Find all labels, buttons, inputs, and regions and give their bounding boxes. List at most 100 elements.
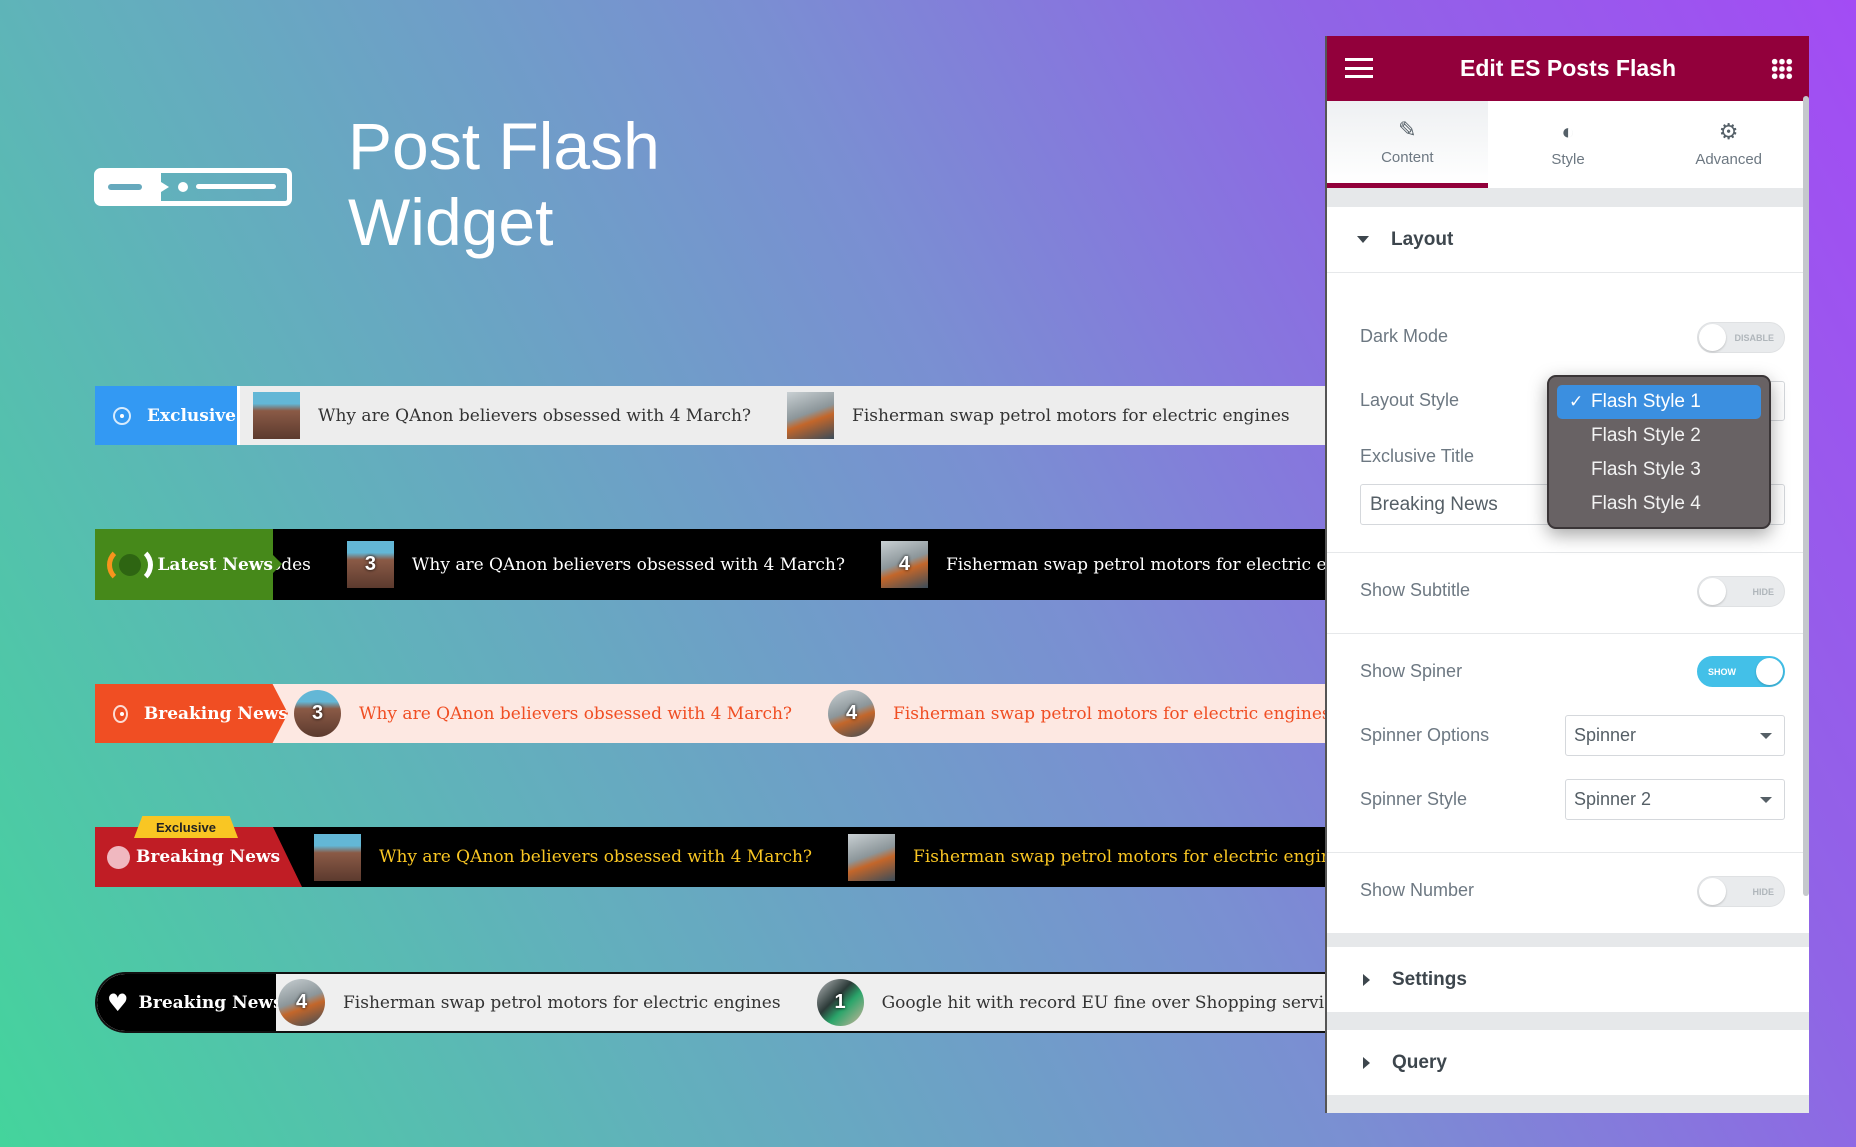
- post-thumbnail: 3: [346, 541, 394, 588]
- news-title[interactable]: Google hit with record EU fine over Shop…: [882, 993, 1325, 1013]
- news-item[interactable]: 4 Fisherman swap petrol motors for electr…: [828, 690, 1325, 737]
- show-subtitle-label: Show Subtitle: [1360, 580, 1471, 600]
- post-number: 4: [898, 553, 911, 575]
- spinner-style-label: Spinner Style: [1360, 789, 1468, 809]
- select-value: Spinner: [1574, 725, 1637, 745]
- section-title: Layout: [1391, 228, 1454, 250]
- news-item[interactable]: 4 Fisherman swap petrol motors for electr…: [278, 979, 817, 1026]
- toggle-state: SHOW: [1708, 666, 1736, 677]
- news-title[interactable]: Why are QAnon believers obsessed with 4 …: [359, 704, 792, 724]
- ticker-widget-icon: [94, 168, 292, 206]
- hero-title-line-2: Widget: [348, 185, 554, 259]
- post-thumbnail: 4: [828, 690, 876, 737]
- section-title: Query: [1392, 1051, 1447, 1073]
- show-subtitle-toggle[interactable]: HIDE: [1697, 576, 1785, 607]
- news-title[interactable]: Fisherman swap petrol motors for electri…: [913, 847, 1325, 867]
- panel-scrollbar[interactable]: [1803, 96, 1809, 896]
- show-spiner-toggle[interactable]: SHOW: [1697, 656, 1785, 687]
- dropdown-option[interactable]: Flash Style 4: [1557, 487, 1761, 521]
- tab-label: Style: [1551, 151, 1585, 168]
- dropdown-option[interactable]: Flash Style 3: [1557, 453, 1761, 487]
- post-number: 3: [364, 553, 376, 575]
- dropdown-option[interactable]: Flash Style 2: [1557, 419, 1761, 453]
- news-title[interactable]: Why are QAnon believers obsessed with 4 …: [412, 555, 845, 575]
- chevron-down-icon: [1760, 797, 1772, 803]
- caret-right-icon: [1363, 1056, 1370, 1069]
- option-label: Flash Style 1: [1591, 391, 1701, 412]
- tab-label: Content: [1381, 148, 1434, 166]
- half-circle-icon: ◐: [1561, 119, 1575, 144]
- news-title[interactable]: Fisherman swap petrol motors for electri…: [852, 406, 1290, 426]
- news-item[interactable]: 3 Why are QAnon believers obsessed with 4…: [346, 541, 881, 588]
- flash-bar-style-1: Exclusive Why are QAnon believers obsess…: [95, 386, 1325, 445]
- hero-title: Post Flash Widget: [348, 108, 660, 260]
- spinner-options-label: Spinner Options: [1360, 725, 1490, 745]
- bar-label: Breaking News: [95, 684, 288, 743]
- news-title[interactable]: Fisherman swap petrol motors for electri…: [343, 993, 781, 1013]
- option-label: Flash Style 3: [1591, 459, 1701, 480]
- bar-label: Exclusive: [95, 386, 240, 445]
- news-item[interactable]: Fisherman swap petrol motors for electri…: [787, 392, 1325, 439]
- show-number-toggle[interactable]: HIDE: [1697, 876, 1785, 907]
- dot-icon: [113, 406, 131, 425]
- post-thumbnail: 1: [816, 979, 864, 1026]
- spinner-style-select[interactable]: Spinner 2: [1565, 779, 1785, 820]
- tab-style[interactable]: ◐ Style: [1488, 101, 1649, 188]
- bar-label-text: Latest News: [157, 554, 273, 575]
- news-title[interactable]: Why are QAnon believers obsessed with 4 …: [318, 406, 751, 426]
- news-title[interactable]: Fisherman swap petrol motors for electri…: [893, 704, 1325, 724]
- toggle-state: DISABLE: [1734, 332, 1774, 343]
- news-item[interactable]: Why are QAnon believers obsessed with 4 …: [314, 833, 848, 881]
- dot-icon: [113, 704, 128, 723]
- flash-bar-style-4: Breaking News Why are QAnon believers ob…: [95, 827, 1325, 887]
- bar-label-text: Breaking News: [143, 703, 288, 724]
- caret-down-icon: [1357, 236, 1369, 243]
- post-number: 4: [845, 702, 858, 724]
- select-value: Spinner 2: [1574, 789, 1652, 809]
- toggle-state: HIDE: [1752, 586, 1774, 597]
- pencil-icon: ✎: [1398, 116, 1417, 142]
- news-item[interactable]: 1 Google hit with record EU fine over Sho…: [816, 979, 1325, 1026]
- bar-label: Latest News: [95, 529, 282, 600]
- post-thumbnail: [787, 392, 835, 439]
- tab-content[interactable]: ✎ Content: [1327, 101, 1488, 188]
- bar-label-text: Breaking News: [138, 992, 283, 1013]
- post-number: 1: [834, 991, 846, 1013]
- spinner-options-select[interactable]: Spinner: [1565, 715, 1785, 756]
- panel-title: Edit ES Posts Flash: [1460, 55, 1676, 81]
- checkmark-icon: ✓: [1569, 392, 1584, 411]
- flash-bar-style-5: ♥ Breaking News 4 Fisherman swap petrol mo…: [95, 972, 1325, 1033]
- hamburger-menu-icon[interactable]: [1345, 58, 1373, 78]
- panel-tabs: ✎ Content ◐ Style ⚙ Advanced: [1327, 101, 1809, 189]
- chevron-down-icon: [1760, 733, 1772, 739]
- show-spiner-label: Show Spiner: [1360, 661, 1463, 681]
- news-item[interactable]: 3 Why are QAnon believers obsessed with 4…: [294, 690, 828, 737]
- bar-label-text: Exclusive: [147, 405, 236, 426]
- post-number: 4: [295, 991, 308, 1013]
- section-layout[interactable]: Layout: [1327, 207, 1809, 272]
- post-number: 3: [311, 702, 324, 724]
- elementor-edit-panel: Edit ES Posts Flash ✎ Content ◐ Style ⚙ Adv…: [1325, 36, 1809, 1113]
- panel-header: Edit ES Posts Flash: [1327, 36, 1809, 101]
- exclusive-tag: Exclusive: [134, 816, 238, 838]
- pulse-dot-icon: [107, 845, 130, 869]
- dark-mode-toggle[interactable]: DISABLE: [1697, 322, 1785, 353]
- tab-advanced[interactable]: ⚙ Advanced: [1648, 101, 1809, 188]
- news-title[interactable]: Fisherman swap petrol motors for electri…: [946, 555, 1325, 575]
- dropdown-option[interactable]: ✓ Flash Style 1: [1557, 385, 1761, 419]
- section-title: Settings: [1392, 968, 1467, 990]
- bar-label-text: Breaking News: [136, 847, 281, 867]
- layout-style-dropdown: ✓ Flash Style 1 Flash Style 2 Flash Style…: [1547, 375, 1771, 529]
- news-item[interactable]: Why are QAnon believers obsessed with 4 …: [253, 392, 787, 439]
- option-label: Flash Style 4: [1591, 493, 1701, 514]
- section-query[interactable]: Query: [1327, 1030, 1809, 1095]
- news-title[interactable]: Why are QAnon believers obsessed with 4 …: [379, 847, 812, 867]
- post-thumbnail: [253, 392, 300, 439]
- dark-mode-label: Dark Mode: [1360, 326, 1449, 346]
- section-settings[interactable]: Settings: [1327, 947, 1809, 1012]
- post-thumbnail: 4: [880, 541, 928, 588]
- news-item[interactable]: Fisherman swap petrol motors for electri…: [848, 833, 1325, 881]
- news-item[interactable]: 4 Fisherman swap petrol motors for electr…: [880, 541, 1325, 588]
- caret-right-icon: [1363, 973, 1370, 986]
- apps-grid-icon[interactable]: [1771, 58, 1793, 80]
